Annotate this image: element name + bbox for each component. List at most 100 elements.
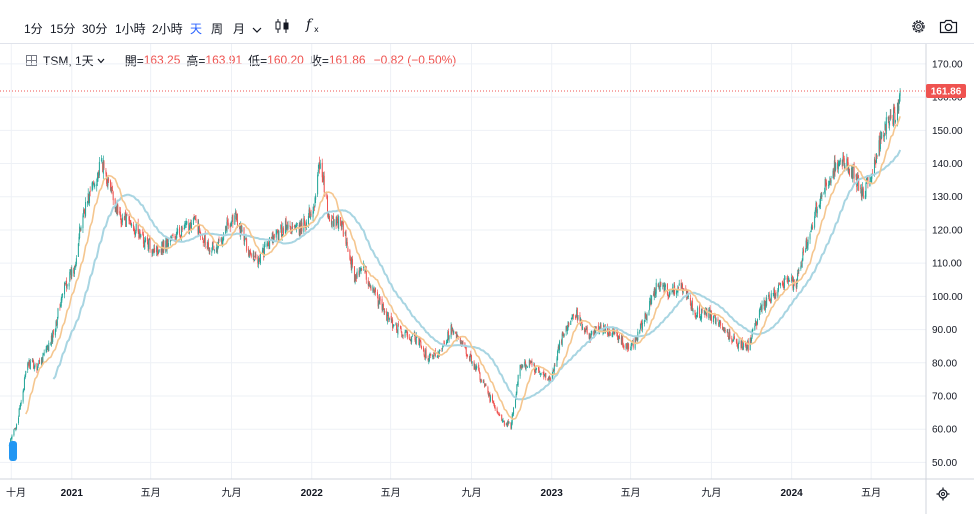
candle-body — [526, 366, 528, 368]
candle-body — [374, 288, 376, 293]
interval-1h[interactable]: 1小時 — [115, 0, 146, 44]
candle-body — [618, 335, 620, 339]
interval-1mo[interactable]: 月 — [233, 0, 245, 44]
candle-body — [346, 241, 348, 246]
candle-body — [678, 286, 680, 288]
time-tick-label: 九月 — [222, 487, 242, 499]
candle-body — [361, 269, 363, 270]
candle-body — [655, 282, 657, 294]
candle-body — [292, 226, 294, 228]
interval-15m[interactable]: 15分 — [50, 0, 75, 44]
price-tick-label: 130.00 — [932, 192, 963, 203]
candle-body — [20, 401, 22, 405]
candles — [8, 88, 901, 448]
candle-body — [568, 322, 570, 326]
candle-body — [717, 318, 719, 322]
time-tick-label: 2022 — [301, 488, 324, 499]
time-tick-label: 五月 — [621, 487, 641, 499]
candle-body — [586, 326, 588, 334]
candle-body — [862, 188, 864, 198]
candle-body — [388, 317, 390, 321]
last-price-tag: 161.86 — [926, 83, 966, 98]
candle-body — [660, 281, 662, 286]
candle-body — [126, 214, 128, 216]
interval-30m[interactable]: 30分 — [82, 0, 107, 44]
candle-body — [254, 259, 256, 261]
candle-body — [351, 258, 353, 265]
interval-2h[interactable]: 2小時 — [152, 0, 183, 44]
candle-body — [646, 313, 648, 321]
candle-body — [807, 239, 809, 246]
candle-body — [370, 286, 372, 291]
candle-body — [98, 161, 100, 176]
candle-body — [678, 283, 680, 286]
candle-body — [319, 163, 321, 169]
candle-body — [761, 304, 763, 311]
candle-body — [715, 318, 717, 325]
gear-icon[interactable] — [910, 18, 927, 40]
candle-body — [327, 196, 329, 214]
interval-1m[interactable]: 1分 — [24, 0, 43, 44]
candle-body — [315, 195, 317, 200]
candle-body — [23, 378, 25, 391]
svg-text:f: f — [305, 17, 314, 33]
candle-body — [304, 222, 306, 225]
candle-body — [559, 341, 561, 351]
candle-body — [317, 174, 319, 195]
candle-body — [582, 326, 584, 330]
candle-body — [513, 407, 515, 415]
candle-body — [287, 224, 289, 229]
time-tick-label: 五月 — [141, 487, 161, 499]
candle-body — [411, 337, 413, 343]
candle-body — [572, 313, 574, 317]
candle-body — [648, 310, 650, 316]
candle-body — [393, 324, 395, 326]
candle-body — [71, 269, 73, 277]
candle-body — [400, 327, 402, 331]
candle-body — [48, 342, 50, 351]
price-axis[interactable]: 170.00160.00150.00140.00130.00120.00110.… — [932, 59, 963, 468]
candle-body — [131, 224, 133, 227]
candle-body — [692, 309, 694, 312]
candle-body — [830, 179, 832, 183]
candle-body — [480, 379, 482, 383]
camera-icon[interactable] — [939, 19, 958, 39]
candle-body — [250, 253, 252, 257]
candle-body — [66, 284, 68, 287]
candle-body — [789, 280, 791, 282]
chevron-down-icon[interactable] — [252, 21, 262, 39]
interval-1w[interactable]: 周 — [211, 0, 223, 44]
time-axis[interactable]: 十月 2021 五月 九月 2022 五月 九月 2023 五月 九月 2024 五月 — [6, 486, 881, 499]
candle-body — [253, 255, 255, 260]
candle-body — [333, 219, 335, 227]
candle-body — [697, 307, 699, 314]
candle-body — [777, 284, 779, 291]
candle-body — [211, 251, 213, 253]
price-chart[interactable]: 170.00160.00150.00140.00130.00120.00110.… — [0, 44, 974, 514]
price-tick-label: 170.00 — [932, 59, 963, 70]
candle-body — [462, 341, 464, 345]
candle-body — [899, 90, 901, 96]
candle-body — [331, 221, 333, 227]
axis-settings-icon[interactable] — [936, 487, 950, 501]
candlestick-icon[interactable] — [274, 18, 290, 39]
candle-body — [848, 169, 850, 176]
interval-1d[interactable]: 天 — [190, 0, 202, 44]
candle-body — [25, 371, 27, 375]
candle-body — [232, 214, 234, 225]
candle-body — [883, 132, 885, 137]
candle-body — [784, 277, 786, 279]
candle-body — [140, 234, 142, 238]
candle-body — [540, 373, 542, 375]
candle-body — [575, 317, 577, 319]
candle-body — [241, 229, 243, 232]
candle-body — [89, 190, 91, 193]
scroll-handle[interactable] — [9, 441, 17, 461]
function-icon[interactable]: f x — [305, 16, 323, 39]
svg-text:x: x — [314, 25, 319, 34]
candle-body — [75, 258, 77, 265]
candle-body — [273, 234, 275, 239]
candle-body — [73, 266, 75, 275]
candle-body — [890, 115, 892, 119]
candle-body — [149, 238, 151, 250]
